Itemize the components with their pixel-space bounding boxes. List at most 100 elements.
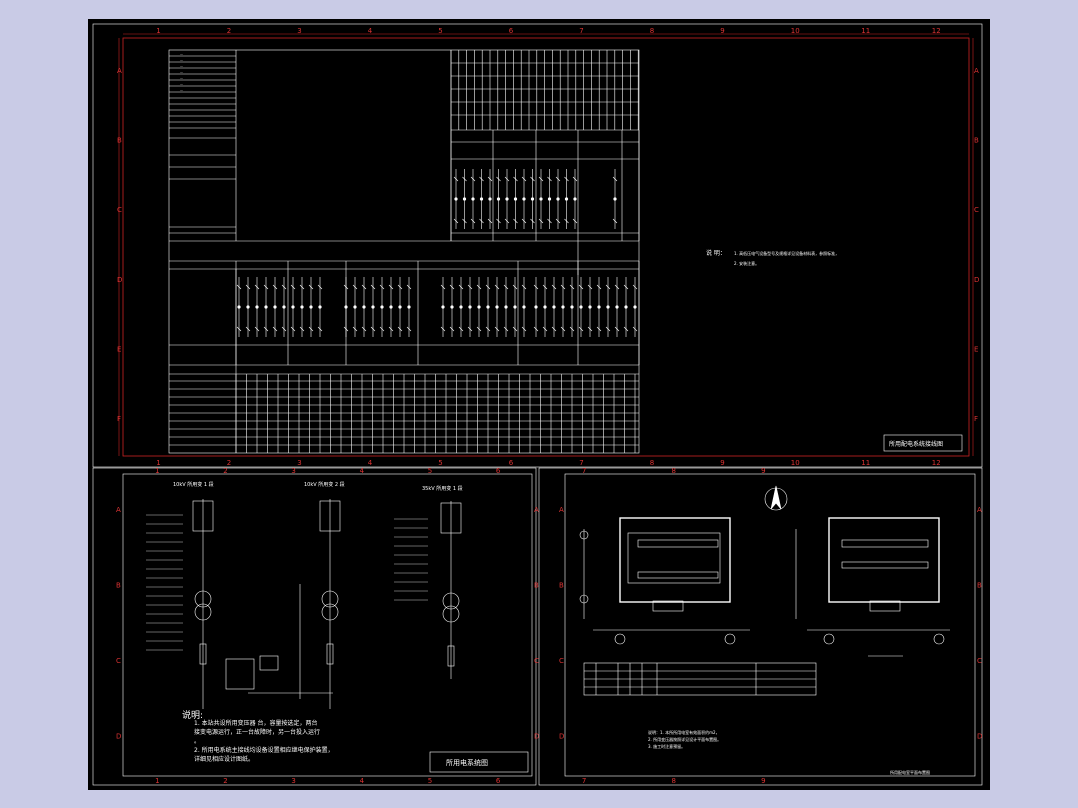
ct-mark <box>389 305 393 309</box>
right-col-number-bottom-7: 7 <box>582 777 586 785</box>
ct-mark <box>300 305 304 309</box>
main-notes-line-2: 2. 安装注意。 <box>734 260 759 266</box>
label-stub: — <box>180 64 183 68</box>
right-row-letter-right-D: D <box>977 732 982 740</box>
ct-mark <box>573 197 577 201</box>
right-notes-line-2: 2. 所用变压器按照详见设计平面布置图。 <box>648 736 721 742</box>
ct-mark <box>556 197 560 201</box>
main-col-number-top-5: 5 <box>438 27 442 35</box>
left-feeder-diagrams <box>192 499 462 709</box>
right-col-number-bottom-8: 8 <box>672 777 676 785</box>
main-row-letters: A A B B C C D D E E F F <box>117 67 979 423</box>
drawing-svg: 112233445566778899101011111212 A AB BC CD DE… <box>92 23 983 786</box>
main-col-number-bottom-9: 9 <box>720 459 724 467</box>
left-notes-line-4: 2. 所用电系统主接线均设备设置相应继电保护装置， <box>194 746 334 754</box>
left-sheet-title: 所用电系统图 <box>446 758 488 767</box>
ct-mark <box>398 305 402 309</box>
left-notes-line-5: 详细见相应设计图纸。 <box>194 755 254 763</box>
upper-table-cols <box>450 50 640 241</box>
right-inner-frame <box>564 473 976 777</box>
ct-mark <box>543 305 547 309</box>
main-col-number-bottom-4: 4 <box>368 459 373 467</box>
ct-mark <box>522 197 526 201</box>
main-row-letter-right-A: A <box>974 67 979 75</box>
right-row-letters: A A B B C C D D <box>559 506 982 741</box>
main-col-number-top-11: 11 <box>861 27 870 35</box>
left-col-number-top-5: 5 <box>428 467 432 475</box>
left-row-letter-right-A: A <box>534 506 539 514</box>
cad-drawing-canvas[interactable]: 1 1 2 2 3 3 4 4 5 5 6 6 7 7 8 8 9 9 10 10 11 11 12 12 AABBCCDDE… <box>88 19 990 790</box>
ct-mark <box>264 305 268 309</box>
lower-table-cols <box>235 374 636 453</box>
ct-mark <box>579 305 583 309</box>
ct-mark <box>353 305 357 309</box>
main-col-number-bottom-12: 12 <box>932 459 941 467</box>
floor-plan-1 <box>619 517 731 603</box>
main-col-number-top-6: 6 <box>509 27 514 35</box>
ct-mark <box>246 305 250 309</box>
label-stub: — <box>180 70 183 74</box>
ct-mark <box>362 305 366 309</box>
main-row-letter-left-B: B <box>117 137 122 145</box>
north-arrow-icon <box>770 485 782 510</box>
ct-mark <box>615 305 619 309</box>
right-col-number-bottom-9: 9 <box>761 777 765 785</box>
main-col-number-top-7: 7 <box>579 27 583 35</box>
main-row-letter-right-F: F <box>974 415 978 423</box>
right-col-number-top-9: 9 <box>761 467 765 475</box>
ct-mark <box>513 305 517 309</box>
main-col-number-bottom-6: 6 <box>509 459 514 467</box>
floor-plan-2 <box>828 517 940 603</box>
left-row-letter-right-B: B <box>534 581 539 589</box>
feeder-title-2: 10kV 所用变 2 段 <box>304 481 345 488</box>
left-col-number-bottom-4: 4 <box>360 777 365 785</box>
main-row-letter-right-E: E <box>974 346 978 354</box>
left-col-number-bottom-6: 6 <box>496 777 501 785</box>
ct-mark <box>477 305 481 309</box>
ct-mark <box>291 305 295 309</box>
plan-1-equipment <box>627 532 721 584</box>
right-row-letter-right-B: B <box>977 581 982 589</box>
ct-mark <box>530 197 535 201</box>
ct-mark <box>496 197 501 201</box>
left-outer-border <box>92 467 537 786</box>
left-col-number-top-2: 2 <box>223 467 227 475</box>
ct-mark <box>513 197 518 201</box>
left-col-number-bottom-2: 2 <box>223 777 227 785</box>
main-col-number-bottom-7: 7 <box>579 459 583 467</box>
main-col-number-top-4: 4 <box>368 27 373 35</box>
right-sheet-title: 所用配电室平面布置图 <box>890 769 930 775</box>
main-col-number-top-3: 3 <box>297 27 301 35</box>
right-col-number-top-7: 7 <box>582 467 586 475</box>
main-col-number-bottom-5: 5 <box>438 459 442 467</box>
left-col-number-top-1: 1 <box>155 467 159 475</box>
main-sheet <box>92 23 983 468</box>
feeder-title-3: 35kV 所用变 1 段 <box>422 485 463 492</box>
label-stub: — <box>180 76 183 80</box>
left-notes-line-1: 1. 本站共设所用变压器 台，容量按选定，两台 <box>194 719 318 727</box>
left-row-letter-left-D: D <box>116 732 121 740</box>
right-notes-line-1: 说明：1. 本所所用电室有效面积约m2， <box>648 729 720 735</box>
ct-mark <box>380 305 384 309</box>
main-col-number-bottom-8: 8 <box>650 459 654 467</box>
ct-mark <box>633 305 637 309</box>
main-row-letter-left-C: C <box>117 206 122 214</box>
main-row-letter-right-B: B <box>974 137 979 145</box>
left-col-number-bottom-3: 3 <box>291 777 295 785</box>
left-col-number-top-3: 3 <box>291 467 295 475</box>
label-stub: — <box>180 52 183 56</box>
left-row-letter-left-C: C <box>116 657 121 665</box>
main-sheet-title: 所用配电系统接线图 <box>889 440 943 448</box>
main-col-number-bottom-1: 1 <box>156 459 160 467</box>
ct-mark <box>255 305 259 309</box>
ct-mark <box>505 197 509 201</box>
main-column-numbers: 112233445566778899101011111212 <box>156 27 940 467</box>
upper-table-rows <box>169 55 639 234</box>
right-row-letter-left-C: C <box>559 657 564 665</box>
ct-mark <box>318 305 322 309</box>
main-col-number-top-12: 12 <box>932 27 941 35</box>
equipment-table-rows <box>584 670 816 688</box>
ct-mark <box>309 305 313 309</box>
ct-mark <box>495 305 499 309</box>
label-stub: — <box>180 88 183 92</box>
